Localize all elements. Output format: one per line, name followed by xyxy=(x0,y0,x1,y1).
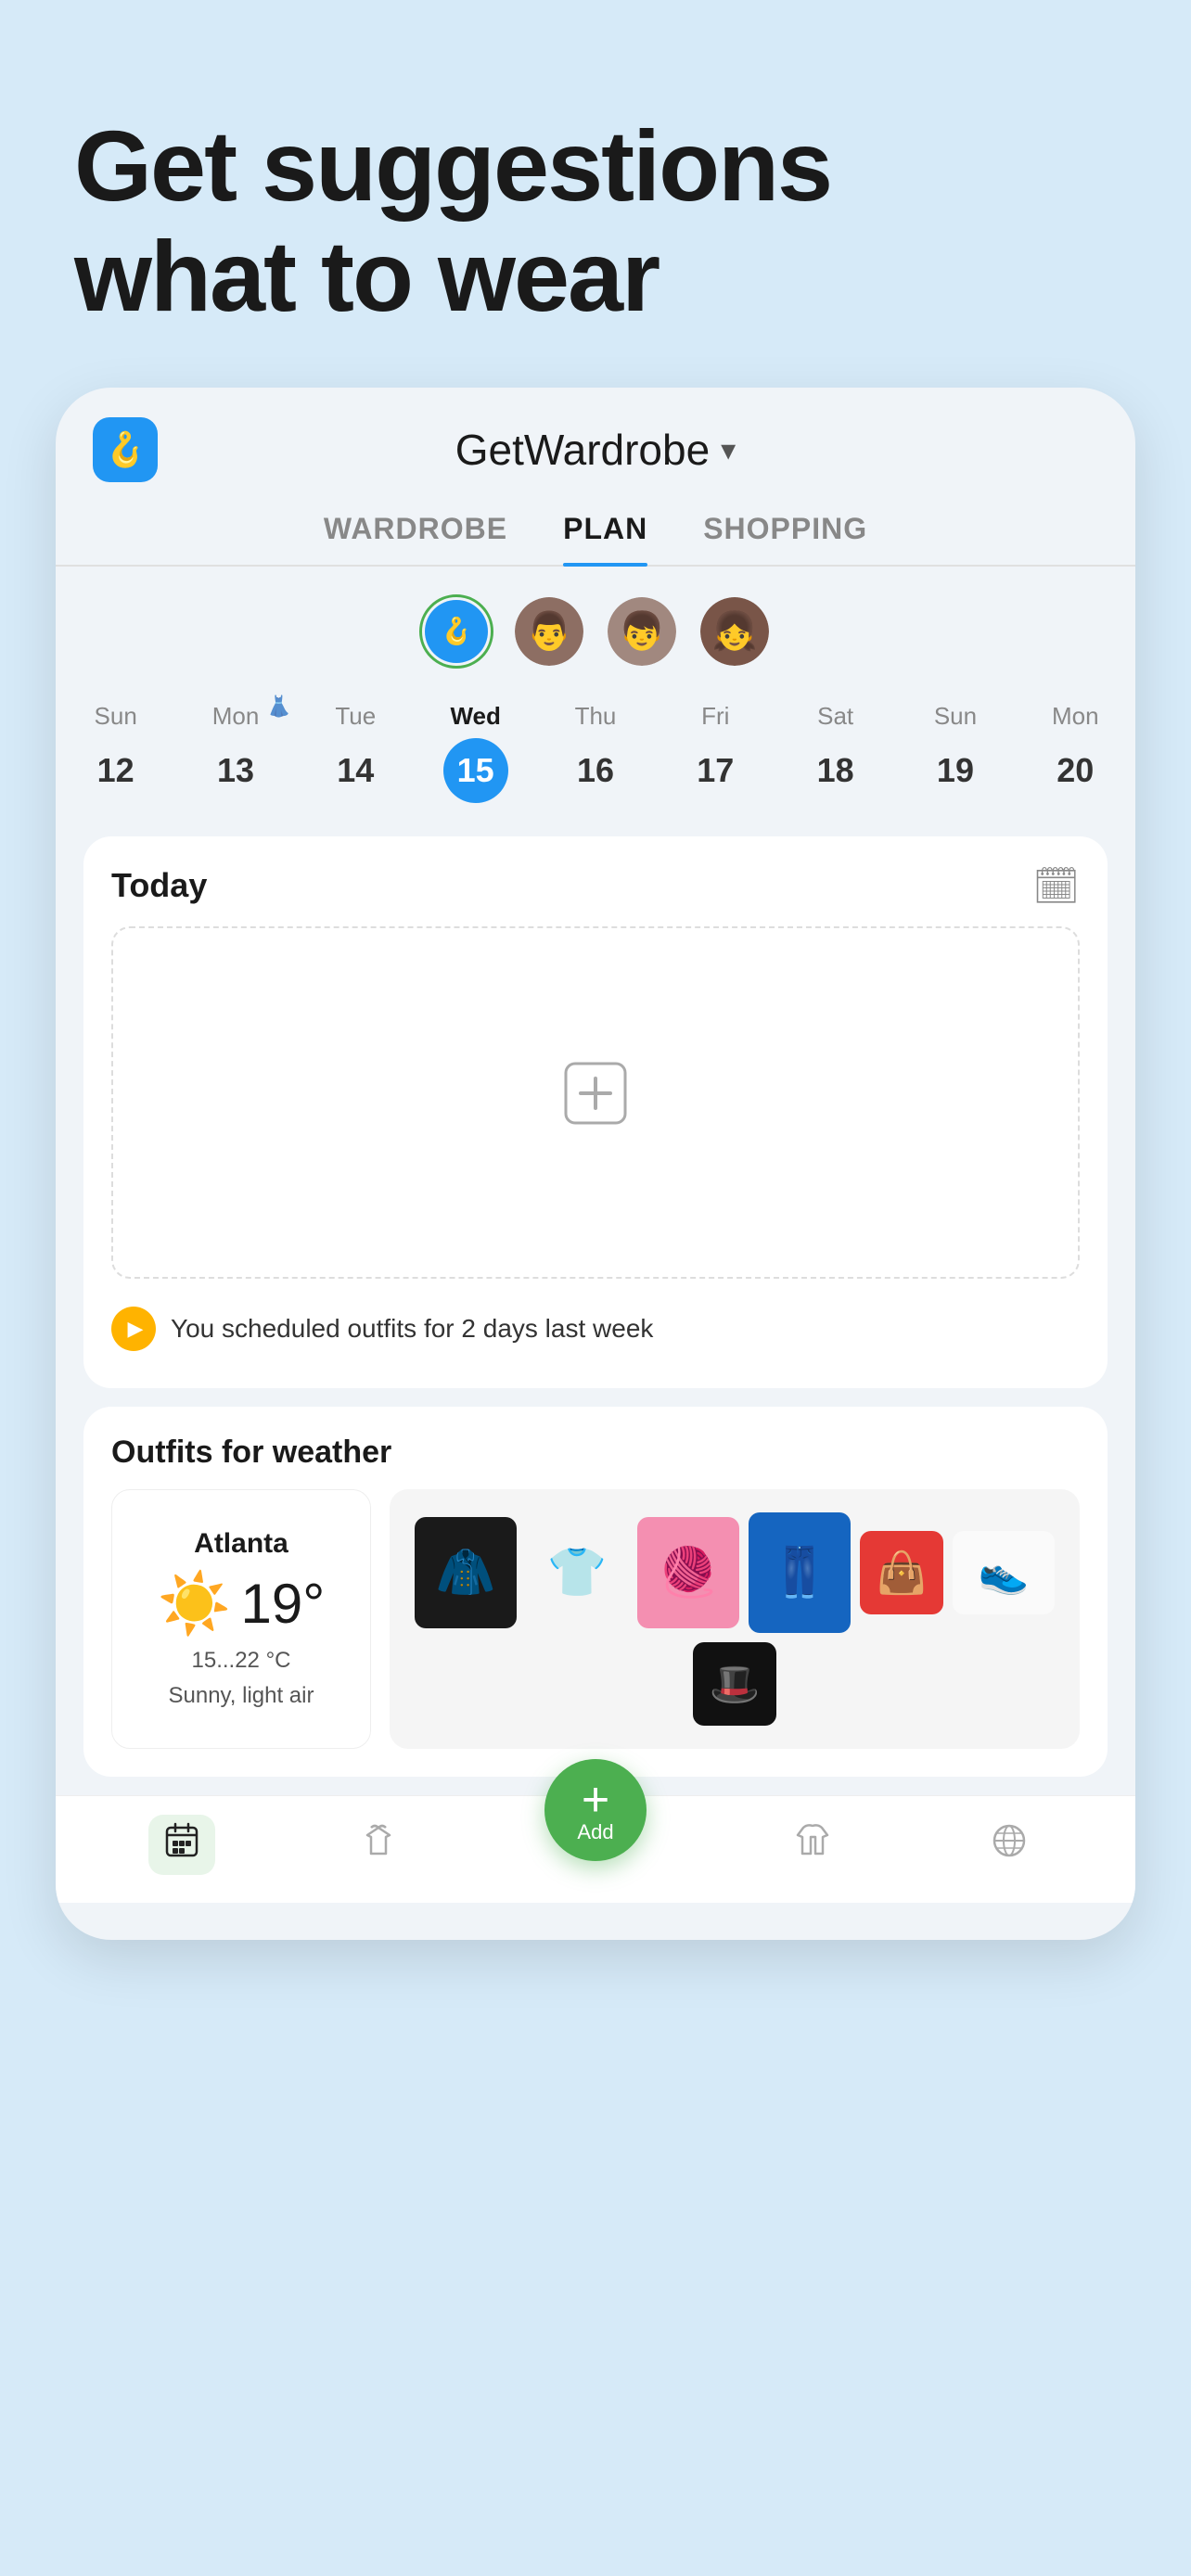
weather-desc: Sunny, light air xyxy=(169,1683,314,1709)
cal-day-name: Sun xyxy=(95,702,137,731)
nav-item-explore[interactable] xyxy=(911,1820,1108,1869)
outfits-nav-icon xyxy=(792,1820,833,1869)
sun-icon: ☀️ xyxy=(158,1569,232,1639)
weather-temp-row: ☀️ 19° xyxy=(158,1569,325,1639)
add-outfit-icon[interactable] xyxy=(558,1056,633,1148)
cal-day-13[interactable]: Mon 13 👗 xyxy=(175,687,295,818)
add-fab-icon: + xyxy=(582,1776,609,1824)
cal-day-name: Sun xyxy=(934,702,977,731)
wardrobe-nav-icon xyxy=(358,1820,399,1869)
avatars-row: 🪝 👨 👦 👧 xyxy=(56,567,1135,687)
cal-day-18[interactable]: Sat 18 xyxy=(775,687,895,818)
cal-day-name: Wed xyxy=(450,702,500,731)
weather-card: Outfits for weather Atlanta ☀️ 19° 15...… xyxy=(83,1407,1108,1777)
cal-day-num: 17 xyxy=(683,738,748,803)
chevron-down-icon: ▾ xyxy=(721,432,736,467)
globe-nav-icon xyxy=(989,1820,1030,1869)
tab-shopping[interactable]: SHOPPING xyxy=(703,512,867,565)
nav-item-wardrobe[interactable] xyxy=(280,1820,477,1869)
cal-day-name: Mon xyxy=(1052,702,1099,731)
app-card: 🪝 GetWardrobe ▾ WARDROBE PLAN SHOPPING 🪝… xyxy=(56,388,1135,1940)
cal-day-num: 13 xyxy=(203,738,268,803)
today-header: Today 🗓 xyxy=(111,864,1080,908)
cal-day-15[interactable]: Wed 15 xyxy=(416,687,535,818)
nav-item-plan[interactable] xyxy=(83,1815,280,1875)
weather-content: Atlanta ☀️ 19° 15...22 °C Sunny, light a… xyxy=(111,1489,1080,1749)
nav-active-bg xyxy=(148,1815,215,1875)
play-icon xyxy=(111,1307,156,1351)
cal-day-name: Fri xyxy=(701,702,729,731)
cal-day-num: 19 xyxy=(923,738,988,803)
cal-day-20[interactable]: Mon 20 xyxy=(1016,687,1135,818)
scheduled-notice: You scheduled outfits for 2 days last we… xyxy=(111,1297,1080,1360)
cal-day-name: Mon xyxy=(212,702,260,731)
cal-day-19[interactable]: Sun 19 xyxy=(895,687,1015,818)
cal-day-name: Tue xyxy=(335,702,376,731)
plan-nav-icon xyxy=(163,1829,200,1867)
bottom-nav: + Add xyxy=(56,1795,1135,1903)
cal-day-14[interactable]: Tue 14 xyxy=(296,687,416,818)
today-label: Today xyxy=(111,866,207,905)
outfit-thumb: 👗 xyxy=(266,695,291,719)
cal-day-num: 16 xyxy=(563,738,628,803)
cal-day-num: 12 xyxy=(83,738,148,803)
tab-wardrobe[interactable]: WARDROBE xyxy=(324,512,507,565)
cal-day-17[interactable]: Fri 17 xyxy=(656,687,775,818)
add-fab-label: Add xyxy=(577,1820,613,1844)
avatar-person2[interactable]: 👦 xyxy=(605,594,679,669)
cal-day-num: 15 xyxy=(443,738,508,803)
calendar-view-icon[interactable]: 🗓 xyxy=(1032,864,1080,908)
hero-section: Get suggestions what to wear xyxy=(0,0,1191,388)
cal-day-num: 20 xyxy=(1043,738,1108,803)
today-card: Today 🗓 You scheduled outfits for 2 days… xyxy=(83,836,1108,1388)
cal-day-name: Sat xyxy=(817,702,853,731)
notice-text: You scheduled outfits for 2 days last we… xyxy=(171,1310,653,1346)
calendar-strip: Sun 12 Mon 13 👗 Tue 14 Wed 15 Thu 16 Fri… xyxy=(56,687,1135,818)
cal-day-num: 14 xyxy=(323,738,388,803)
outfit-preview[interactable]: 🧥 👕 🧶 👖 👜 👟 🎩 xyxy=(390,1489,1080,1749)
avatar-person3[interactable]: 👧 xyxy=(698,594,772,669)
app-logo: 🪝 xyxy=(93,417,158,482)
weather-temp: 19° xyxy=(240,1572,325,1636)
app-name: GetWardrobe xyxy=(455,425,710,475)
hero-title: Get suggestions what to wear xyxy=(74,111,1117,332)
weather-range: 15...22 °C xyxy=(192,1648,291,1674)
avatar-self[interactable]: 🪝 xyxy=(419,594,493,669)
app-name-wrapper[interactable]: GetWardrobe ▾ xyxy=(455,425,736,475)
cal-day-name: Thu xyxy=(575,702,617,731)
cal-day-12[interactable]: Sun 12 xyxy=(56,687,175,818)
avatar-person1[interactable]: 👨 xyxy=(512,594,586,669)
add-fab[interactable]: + Add xyxy=(544,1759,647,1861)
nav-item-outfits[interactable] xyxy=(713,1820,910,1869)
hanger-icon: 🪝 xyxy=(105,430,147,469)
weather-city: Atlanta xyxy=(194,1528,288,1560)
app-header: 🪝 GetWardrobe ▾ xyxy=(56,388,1135,493)
tab-plan[interactable]: PLAN xyxy=(563,512,647,565)
weather-info: Atlanta ☀️ 19° 15...22 °C Sunny, light a… xyxy=(111,1489,371,1749)
outfit-placeholder xyxy=(111,926,1080,1279)
cal-day-num: 18 xyxy=(803,738,868,803)
tab-bar: WARDROBE PLAN SHOPPING xyxy=(56,493,1135,567)
cal-day-16[interactable]: Thu 16 xyxy=(535,687,655,818)
weather-header: Outfits for weather xyxy=(111,1435,1080,1471)
